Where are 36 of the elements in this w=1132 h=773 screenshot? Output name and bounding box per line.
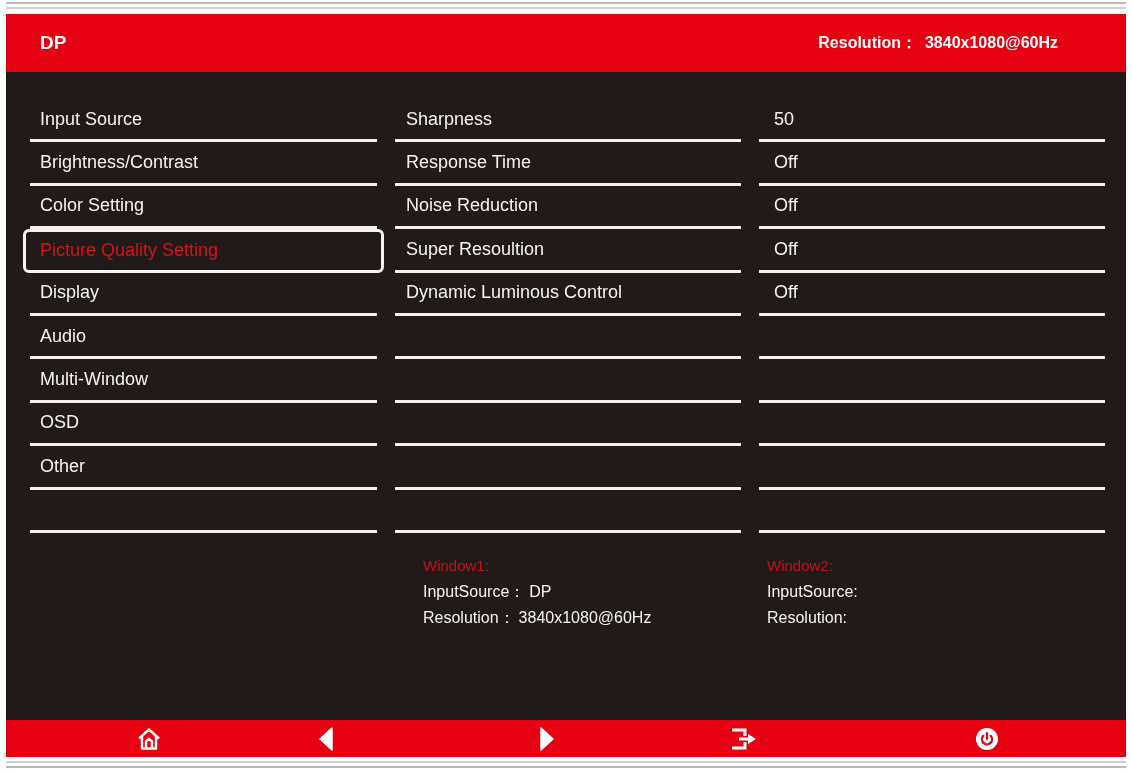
menu-item[interactable]: Audio	[30, 315, 377, 360]
menu-item[interactable]: Display	[30, 272, 377, 316]
resolution-label: Resolution:	[767, 607, 848, 628]
setting-label: Response Time	[406, 151, 532, 175]
setting-value: Off	[774, 237, 798, 261]
input-source-title: DP	[40, 30, 67, 55]
menu-item[interactable]: Input Source	[30, 99, 377, 143]
setting-label: Noise Reduction	[406, 194, 539, 218]
resolution-label: Resolution：	[423, 607, 515, 628]
setting-label: Sharpness	[406, 107, 493, 131]
input-source-label: InputSource：	[423, 581, 526, 602]
input-source-value: DP	[529, 581, 552, 602]
menu-item[interactable]: OSD	[30, 402, 377, 447]
menu-item[interactable]: Multi-Window	[30, 359, 377, 403]
power-button[interactable]	[974, 725, 1000, 752]
left-triangle-icon	[319, 726, 333, 751]
setting-value: 50	[774, 107, 795, 131]
resolution-value: 3840x1080@60Hz	[924, 33, 1058, 53]
input-source-label: InputSource:	[767, 581, 858, 602]
door-arrow-icon	[731, 726, 757, 751]
setting-value: Off	[774, 281, 798, 305]
setting-label: Dynamic Luminous Control	[406, 281, 623, 305]
resolution-label: Resolution：	[818, 33, 917, 53]
house-icon	[137, 726, 161, 751]
setting-value: Off	[774, 194, 798, 218]
menu-item[interactable]: Other	[30, 446, 377, 490]
setting-label: Super Resoultion	[406, 237, 545, 261]
menu-item[interactable]: Color Setting	[30, 185, 377, 230]
power-icon	[976, 727, 998, 750]
window-title: Window1:	[423, 555, 489, 576]
setting-value: Off	[774, 151, 798, 175]
home-button[interactable]	[136, 725, 162, 752]
window-title: Window2:	[767, 555, 833, 576]
resolution-value: 3840x1080@60Hz	[518, 607, 652, 628]
right-triangle-icon	[540, 726, 554, 751]
menu-item[interactable]: Brightness/Contrast	[30, 142, 377, 186]
